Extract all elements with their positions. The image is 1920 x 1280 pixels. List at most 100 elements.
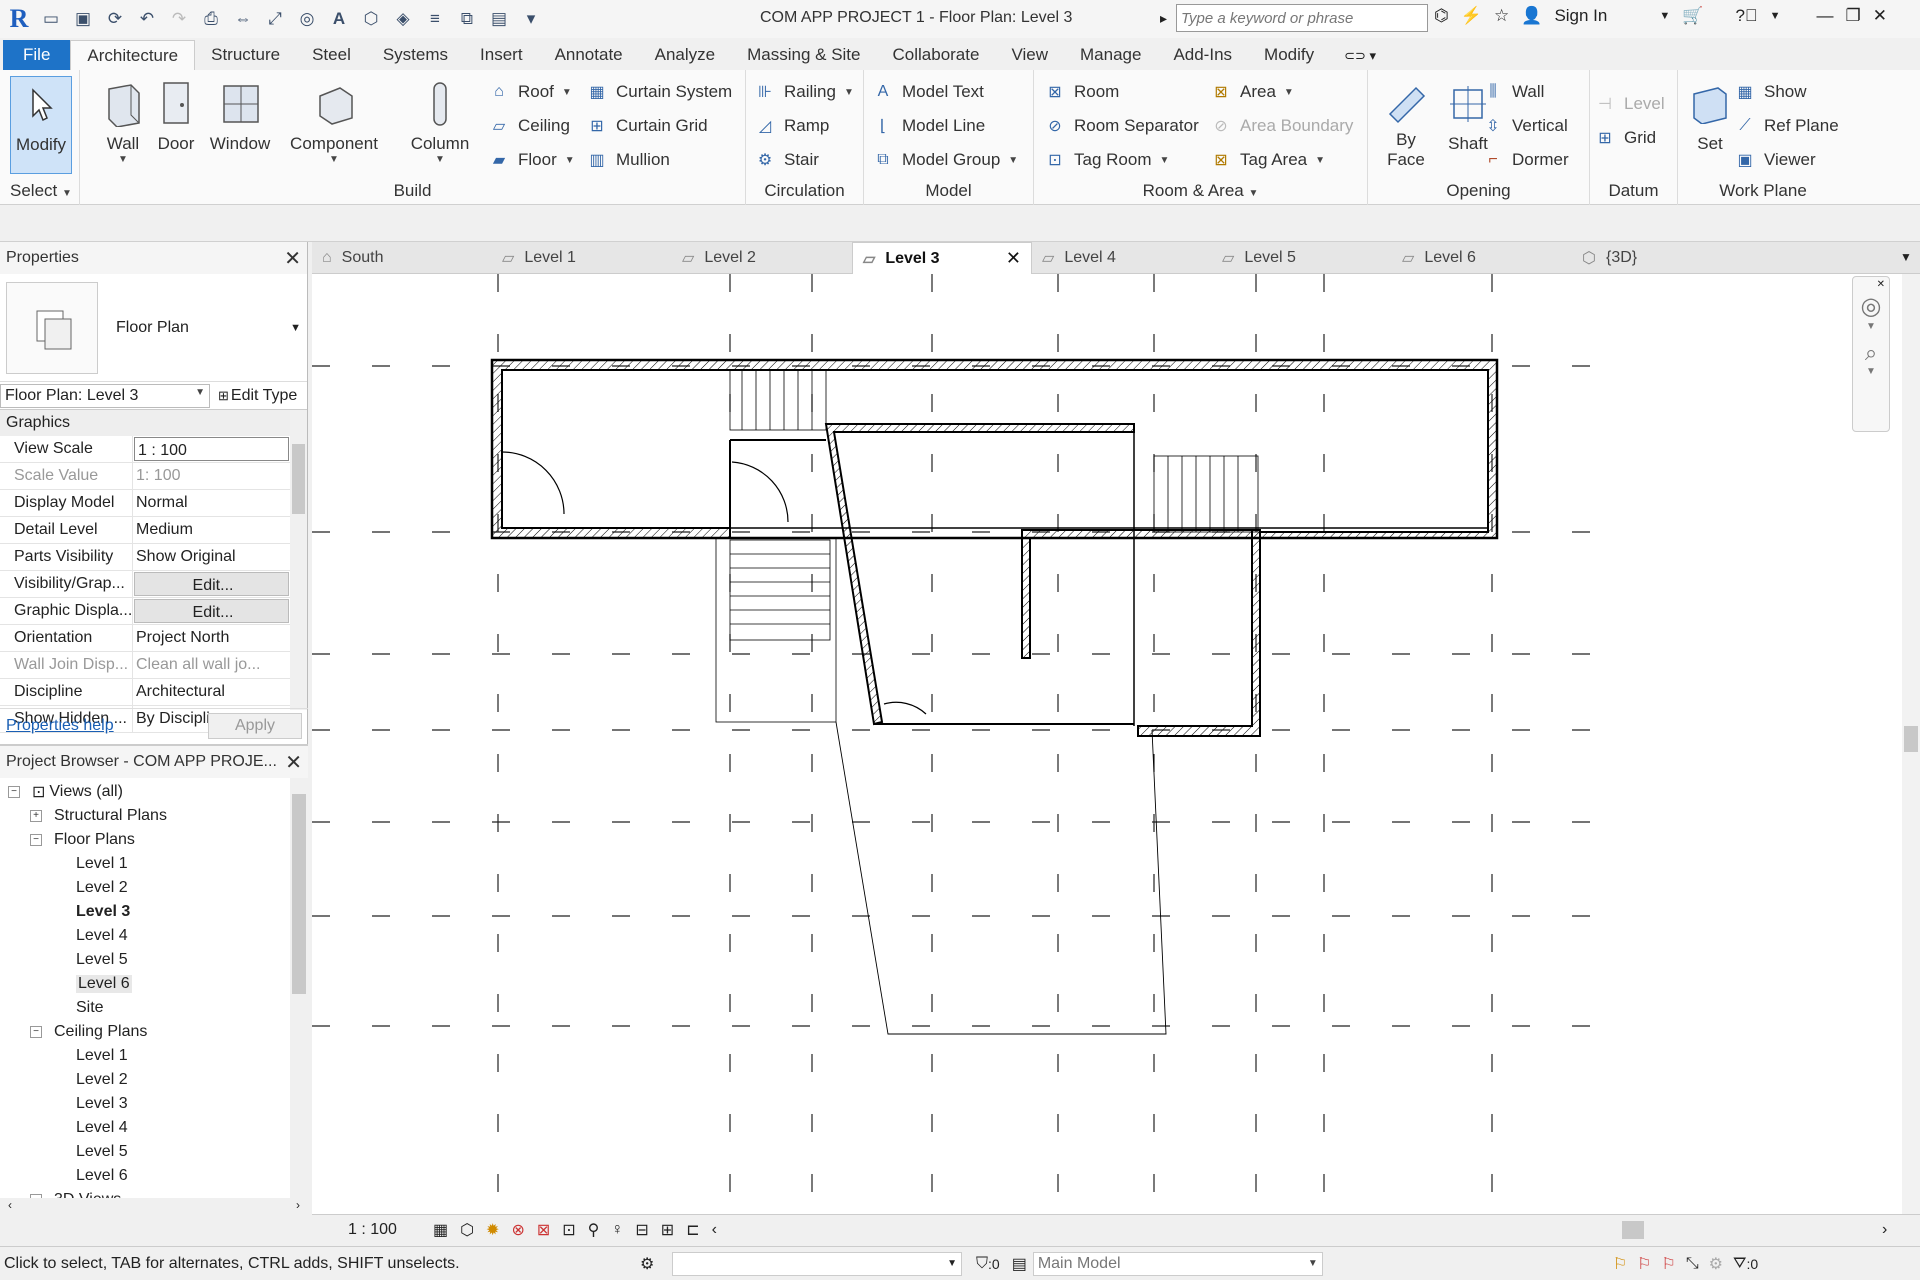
measure-icon[interactable]: ⇔ — [230, 6, 256, 32]
property-value[interactable]: 1: 100 — [133, 463, 290, 489]
ceiling-button[interactable]: ▱ Ceiling — [488, 112, 570, 140]
by-face-button[interactable]: By Face — [1376, 76, 1436, 174]
close-browser-icon[interactable]: ✕ — [285, 750, 302, 775]
vertical-opening-button[interactable]: ⇳ Vertical — [1482, 112, 1567, 140]
roof-button[interactable]: ⌂ Roof ▼ — [488, 78, 572, 106]
close-icon[interactable]: ✕ — [1873, 6, 1887, 26]
property-value[interactable]: Project North — [133, 625, 290, 651]
tab-systems[interactable]: Systems — [367, 40, 464, 70]
text-icon[interactable]: A — [326, 6, 352, 32]
drag-elements-icon[interactable]: ⚙ — [1709, 1254, 1723, 1274]
browser-item[interactable]: Level 6 — [6, 972, 290, 996]
tabs-menu-icon[interactable]: ▼ — [1900, 250, 1912, 264]
edit-type-button[interactable]: Edit Type — [231, 387, 297, 405]
sync-icon[interactable]: ⟳ — [102, 6, 128, 32]
browser-item[interactable]: Level 4 — [6, 1116, 290, 1140]
window-button[interactable]: Window — [202, 76, 278, 174]
room-button[interactable]: ⊠ Room — [1044, 78, 1119, 106]
expand-toggle-icon[interactable]: − — [8, 786, 20, 798]
tab-insert[interactable]: Insert — [464, 40, 539, 70]
canvas-hscroll-thumb[interactable] — [1622, 1221, 1644, 1239]
browser-hscrollbar[interactable]: ‹ › — [0, 1198, 308, 1218]
select-pinned-icon[interactable]: ⚐ — [1662, 1254, 1676, 1274]
grid-button[interactable]: ⊞ Grid — [1594, 124, 1656, 152]
tag-area-button[interactable]: ⊠ Tag Area ▼ — [1210, 146, 1325, 174]
property-row[interactable]: Wall Join Disp... Clean all wall jo... — [0, 652, 290, 679]
tag-room-button[interactable]: ⊡ Tag Room ▼ — [1044, 146, 1169, 174]
browser-item[interactable]: Level 3 — [6, 1092, 290, 1116]
browser-item[interactable]: − ⊡ Views (all) — [6, 780, 290, 804]
browser-item[interactable]: Level 1 — [6, 852, 290, 876]
modify-button[interactable]: Modify — [10, 76, 72, 174]
wall-opening-button[interactable]: ⫼ Wall — [1482, 78, 1544, 106]
browser-item[interactable]: Site — [6, 996, 290, 1020]
browser-item[interactable]: + Structural Plans — [6, 804, 290, 828]
sign-in-link[interactable]: Sign In — [1554, 6, 1607, 26]
browser-item[interactable]: Level 5 — [6, 1140, 290, 1164]
property-row[interactable]: Visibility/Grap... Edit... — [0, 571, 290, 598]
select-links-icon[interactable]: ⚐ — [1613, 1254, 1627, 1274]
browser-scrollbar[interactable] — [290, 778, 308, 1198]
temp-hide-icon[interactable]: ⚲ — [588, 1220, 600, 1240]
curtain-grid-button[interactable]: ⊞ Curtain Grid — [586, 112, 707, 140]
tab-massing-site[interactable]: Massing & Site — [731, 40, 876, 70]
property-row[interactable]: Discipline Architectural — [0, 679, 290, 706]
property-value[interactable]: Clean all wall jo... — [133, 652, 290, 678]
browser-item[interactable]: Level 5 — [6, 948, 290, 972]
stairs[interactable] — [715, 369, 1259, 723]
lock-3d-icon[interactable]: ⊟ — [635, 1220, 648, 1240]
user-icon[interactable]: 👤 — [1521, 6, 1542, 26]
area-boundary-button[interactable]: ⊘ Area Boundary — [1210, 112, 1353, 140]
property-row[interactable]: Detail Level Medium — [0, 517, 290, 544]
tab-manage[interactable]: Manage — [1064, 40, 1157, 70]
door-button[interactable]: Door — [148, 76, 204, 174]
select-face-icon[interactable]: ⤡ — [1686, 1255, 1699, 1273]
browser-item[interactable]: Level 2 — [6, 876, 290, 900]
room-separator-button[interactable]: ⊘ Room Separator — [1044, 112, 1198, 140]
model-line-button[interactable]: ⌊ Model Line — [872, 112, 985, 140]
close-hidden-icon[interactable]: ⧉ — [454, 6, 480, 32]
section-icon[interactable]: ◈ — [390, 6, 416, 32]
property-row[interactable]: Graphic Displa... Edit... — [0, 598, 290, 625]
view-tab[interactable]: ▱ Level 4 — [1032, 242, 1212, 274]
tab-annotate[interactable]: Annotate — [539, 40, 639, 70]
property-value[interactable]: Edit... — [134, 572, 289, 596]
show-button[interactable]: ▦ Show — [1734, 78, 1806, 106]
floor-plan-drawing[interactable] — [312, 274, 1902, 1214]
tab-analyze[interactable]: Analyze — [639, 40, 731, 70]
property-value[interactable]: Normal — [133, 490, 290, 516]
browser-item[interactable]: Level 2 — [6, 1068, 290, 1092]
dimension-icon[interactable]: ⤢ — [262, 6, 288, 32]
subscription-icon[interactable]: ⚡ — [1461, 6, 1482, 26]
select-underlay-icon[interactable]: ⚐ — [1637, 1254, 1651, 1274]
view-tab[interactable]: ⬡ {3D} — [1572, 242, 1752, 274]
undo-icon[interactable]: ↶ — [134, 6, 160, 32]
design-option-dropdown[interactable]: Main Model ▼ — [1032, 1251, 1323, 1276]
close-navbar-icon[interactable]: ✕ — [1853, 277, 1889, 292]
stair-button[interactable]: ⚙ Stair — [754, 146, 819, 174]
level-button[interactable]: ⊣ Level — [1594, 90, 1665, 118]
selection-filter-icon[interactable]: ⛛ — [1733, 1255, 1746, 1273]
browser-item[interactable]: − Floor Plans — [6, 828, 290, 852]
property-row[interactable]: Display Model Normal — [0, 490, 290, 517]
redo-icon[interactable]: ↷ — [166, 6, 192, 32]
browser-item[interactable]: − 3D Views — [6, 1188, 290, 1198]
shadows-icon[interactable]: ⊗ — [511, 1220, 524, 1240]
design-options-icon[interactable]: ▤ — [1012, 1254, 1027, 1274]
close-tab-icon[interactable]: ✕ — [1006, 248, 1021, 269]
zoom-icon[interactable]: ⌕ — [1853, 340, 1889, 366]
room-area-panel-label[interactable]: Room & Area ▼ — [1034, 181, 1367, 201]
tag-icon[interactable]: ◎ — [294, 6, 320, 32]
3d-view-icon[interactable]: ⬡ — [358, 6, 384, 32]
close-properties-icon[interactable]: ✕ — [284, 246, 301, 271]
canvas-vscrollbar[interactable] — [1902, 274, 1920, 1214]
expand-toggle-icon[interactable]: + — [30, 810, 42, 822]
switch-windows-icon[interactable]: ▤ — [486, 6, 512, 32]
column-button[interactable]: Column ▼ — [402, 76, 478, 174]
model-group-button[interactable]: ⧉ Model Group ▼ — [872, 146, 1018, 174]
properties-help-link[interactable]: Properties help — [6, 717, 114, 735]
dormer-button[interactable]: ⌐ Dormer — [1482, 146, 1568, 174]
railing-button[interactable]: ⊪ Railing ▼ — [754, 78, 854, 106]
visual-style-icon[interactable]: ⬡ — [460, 1220, 474, 1240]
view-tab[interactable]: ⌂ South — [312, 242, 492, 274]
